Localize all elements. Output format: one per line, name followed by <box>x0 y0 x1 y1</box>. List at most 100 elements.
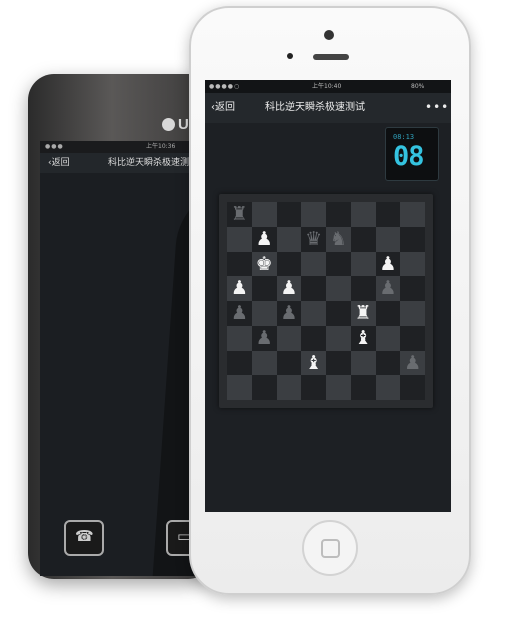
board-square-b5[interactable] <box>251 276 277 301</box>
board-square-a4[interactable]: ♟ <box>227 301 252 326</box>
board-square-d7[interactable]: ♛ <box>301 226 326 252</box>
board-square-g6[interactable]: ♟ <box>375 251 401 277</box>
chess-board-frame: ♜ ♟ ♛ ♞ ♚ ♟ ♟ ♟ ♟ ♟ ♟ ♜ ♟ ♝ ♝ ♟ <box>219 194 433 408</box>
board-square-a6[interactable] <box>227 251 252 277</box>
board-square-e1[interactable] <box>326 375 351 400</box>
board-square-h5[interactable] <box>400 276 425 301</box>
call-button[interactable]: ☎ <box>64 520 104 556</box>
board-square-c7[interactable] <box>276 226 302 252</box>
board-square-a1[interactable] <box>227 375 252 400</box>
board-square-f6[interactable] <box>350 251 376 277</box>
white-pawn-icon[interactable]: ♟ <box>227 276 252 301</box>
board-square-c2[interactable] <box>276 350 302 376</box>
board-square-h6[interactable] <box>400 251 425 277</box>
back-nav-back-button[interactable]: ‹返回 <box>48 153 70 173</box>
phone-icon: ☎ <box>75 527 94 545</box>
home-square-icon <box>321 539 340 558</box>
board-square-h1[interactable] <box>400 375 425 400</box>
board-square-c6[interactable] <box>276 251 302 277</box>
board-square-e8[interactable] <box>326 202 351 227</box>
board-square-f7[interactable] <box>350 226 376 252</box>
board-square-c8[interactable] <box>276 202 302 227</box>
status-bar: ●●●●○ 上午10:40 80% <box>205 80 451 93</box>
board-square-b8[interactable] <box>251 202 277 227</box>
white-bishop-icon[interactable]: ♝ <box>301 351 326 376</box>
black-pawn-icon[interactable]: ♟ <box>252 326 277 351</box>
white-pawn-icon[interactable]: ♟ <box>376 252 401 277</box>
board-square-e4[interactable] <box>326 301 351 326</box>
chess-board: ♜ ♟ ♛ ♞ ♚ ♟ ♟ ♟ ♟ ♟ ♟ ♜ ♟ ♝ ♝ ♟ <box>227 202 425 400</box>
board-square-b1[interactable] <box>251 375 277 400</box>
black-pawn-icon[interactable]: ♟ <box>277 301 302 326</box>
board-square-e2[interactable] <box>326 350 351 376</box>
black-pawn-icon[interactable]: ♟ <box>227 301 252 326</box>
board-square-g3[interactable] <box>375 325 401 351</box>
front-phone-screen: ●●●●○ 上午10:40 80% ‹返回 科比逆天瞬杀极速测试 ••• 08:… <box>205 80 451 512</box>
board-square-e5[interactable] <box>326 276 351 301</box>
board-square-f5[interactable] <box>350 276 376 301</box>
board-square-c1[interactable] <box>276 375 302 400</box>
board-square-g1[interactable] <box>375 375 401 400</box>
white-pawn-icon[interactable]: ♟ <box>252 227 277 252</box>
board-square-d2[interactable]: ♝ <box>301 350 326 376</box>
board-square-e6[interactable] <box>326 251 351 277</box>
board-square-h4[interactable] <box>400 301 425 326</box>
black-rook-icon[interactable]: ♜ <box>227 202 252 227</box>
board-square-a8[interactable]: ♜ <box>227 202 252 227</box>
board-square-a3[interactable] <box>227 325 252 351</box>
board-square-e3[interactable] <box>326 325 351 351</box>
board-square-d8[interactable] <box>301 202 326 227</box>
board-square-d5[interactable] <box>301 276 326 301</box>
black-knight-icon[interactable]: ♞ <box>326 227 351 252</box>
board-square-b3[interactable]: ♟ <box>251 325 277 351</box>
timer-small-digits: 08:13 <box>393 133 415 141</box>
signal-icon: ●●●●○ <box>209 83 241 90</box>
board-square-h3[interactable] <box>400 325 425 351</box>
nav-bar: ‹返回 科比逆天瞬杀极速测试 ••• <box>205 93 451 123</box>
timer-seconds: 08 <box>393 141 425 172</box>
board-square-b7[interactable]: ♟ <box>251 226 277 252</box>
board-square-g2[interactable] <box>375 350 401 376</box>
white-pawn-icon[interactable]: ♟ <box>277 276 302 301</box>
board-square-d4[interactable] <box>301 301 326 326</box>
board-square-f4[interactable]: ♜ <box>350 301 376 326</box>
board-square-f3[interactable]: ♝ <box>350 325 376 351</box>
board-square-c5[interactable]: ♟ <box>276 276 302 301</box>
board-square-b2[interactable] <box>251 350 277 376</box>
board-square-a7[interactable] <box>227 226 252 252</box>
board-square-h8[interactable] <box>400 202 425 227</box>
board-square-d1[interactable] <box>301 375 326 400</box>
board-square-e7[interactable]: ♞ <box>326 226 351 252</box>
board-square-f2[interactable] <box>350 350 376 376</box>
board-square-c3[interactable] <box>276 325 302 351</box>
camera-icon <box>324 30 334 40</box>
board-square-h7[interactable] <box>400 226 425 252</box>
sensor-icon <box>287 53 293 59</box>
board-square-d3[interactable] <box>301 325 326 351</box>
board-square-a5[interactable]: ♟ <box>227 276 252 301</box>
board-square-a2[interactable] <box>227 350 252 376</box>
board-square-d6[interactable] <box>301 251 326 277</box>
white-king-icon[interactable]: ♚ <box>252 252 277 277</box>
board-square-h2[interactable]: ♟ <box>400 350 425 376</box>
board-square-g5[interactable]: ♟ <box>375 276 401 301</box>
home-button[interactable] <box>302 520 358 576</box>
white-rook-icon[interactable]: ♜ <box>351 301 376 326</box>
brand-logo-text: U <box>178 116 189 133</box>
board-square-b4[interactable] <box>251 301 277 326</box>
board-square-c4[interactable]: ♟ <box>276 301 302 326</box>
more-options-button[interactable]: ••• <box>425 92 449 122</box>
black-queen-icon[interactable]: ♛ <box>301 227 326 252</box>
white-bishop-icon[interactable]: ♝ <box>351 326 376 351</box>
board-square-f8[interactable] <box>350 202 376 227</box>
board-square-g7[interactable] <box>375 226 401 252</box>
board-square-g8[interactable] <box>375 202 401 227</box>
back-android-phone: U ●●● 上午10:36 ‹返回 科比逆天瞬杀极速测 ♜♝ ☎ ▭ <box>28 74 214 579</box>
board-square-f1[interactable] <box>350 375 376 400</box>
board-square-b6[interactable]: ♚ <box>251 251 277 277</box>
nav-back-button[interactable]: ‹返回 <box>211 93 235 123</box>
black-pawn-icon[interactable]: ♟ <box>376 276 401 301</box>
speaker-grille <box>313 54 349 60</box>
black-pawn-icon[interactable]: ♟ <box>400 351 425 376</box>
board-square-g4[interactable] <box>375 301 401 326</box>
